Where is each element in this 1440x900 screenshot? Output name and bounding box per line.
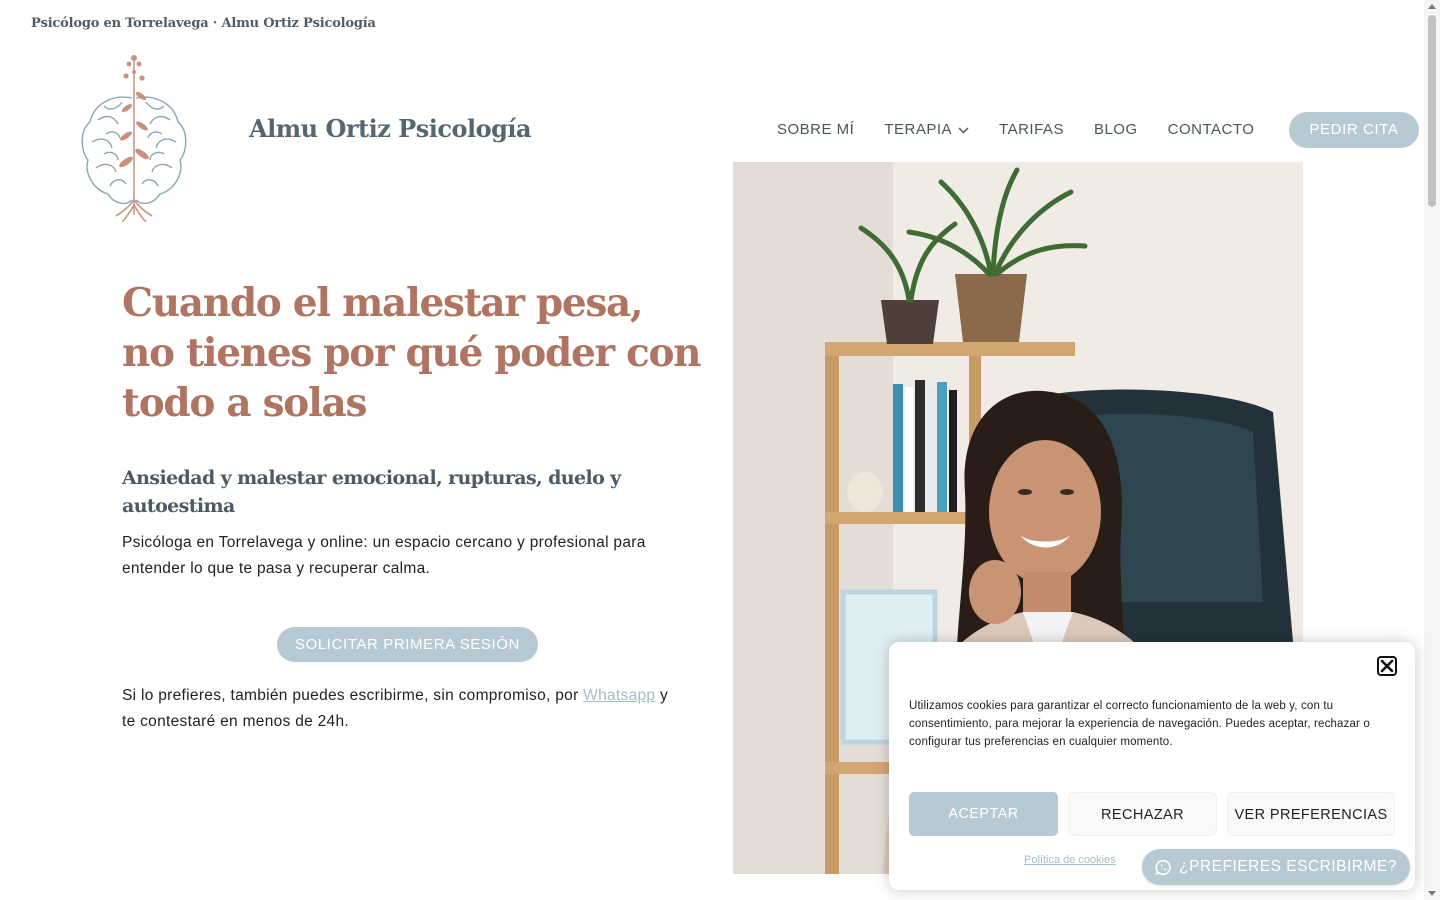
hero-description: Psicóloga en Torrelavega y online: un es… — [122, 534, 646, 577]
hero-title: Cuando el malestar pesa, no tienes por q… — [122, 280, 702, 426]
whatsapp-chat-button[interactable]: ¿PREFIERES ESCRIBIRME? — [1142, 849, 1410, 885]
brain-tree-logo-icon[interactable] — [72, 50, 196, 222]
nav-item-terapia-label: TERAPIA — [884, 120, 953, 138]
hero-whatsapp-note: Si lo prefieres, también puedes escribir… — [122, 683, 682, 735]
nav-item-tarifas[interactable]: TARIFAS — [984, 112, 1079, 148]
nav-item-blog[interactable]: BLOG — [1079, 112, 1153, 148]
main-navigation: SOBRE MÍ TERAPIA TARIFAS BLOG CONTACTO P… — [762, 112, 1419, 148]
cookie-message: Utilizamos cookies para garantizar el co… — [909, 700, 1370, 748]
whatsapp-link[interactable]: Whatsapp — [583, 687, 655, 704]
nav-item-terapia[interactable]: TERAPIA — [869, 112, 984, 148]
scroll-up-arrow-icon[interactable] — [1428, 4, 1436, 9]
nav-item-sobre-mi[interactable]: SOBRE MÍ — [762, 112, 869, 148]
site-brand-name[interactable]: Almu Ortiz Psicología — [249, 114, 532, 143]
reject-cookies-button[interactable]: RECHAZAR — [1068, 792, 1217, 836]
scroll-down-arrow-icon[interactable] — [1428, 891, 1436, 896]
cookie-policy-link[interactable]: Política de cookies — [1024, 854, 1116, 866]
page-scrollbar[interactable] — [1424, 0, 1440, 900]
hero-note-prefix: Si lo prefieres, también puedes escribir… — [122, 687, 579, 704]
whatsapp-icon — [1155, 859, 1171, 875]
nav-item-contacto[interactable]: CONTACTO — [1153, 112, 1270, 148]
chevron-down-icon — [958, 112, 969, 148]
pedir-cita-button[interactable]: PEDIR CITA — [1289, 112, 1419, 148]
accept-cookies-button[interactable]: ACEPTAR — [909, 792, 1058, 836]
whatsapp-button-label: ¿PREFIERES ESCRIBIRME? — [1179, 858, 1397, 875]
close-icon[interactable] — [1377, 656, 1397, 676]
solicitar-primera-sesion-button[interactable]: SOLICITAR PRIMERA SESIÓN — [277, 627, 538, 662]
cookie-preferences-button[interactable]: VER PREFERENCIAS — [1227, 792, 1395, 836]
scrollbar-thumb[interactable] — [1428, 15, 1436, 207]
site-top-title: Psicólogo en Torrelavega · Almu Ortiz Ps… — [31, 16, 376, 31]
hero-subtitle: Ansiedad y malestar emocional, rupturas,… — [122, 467, 621, 517]
